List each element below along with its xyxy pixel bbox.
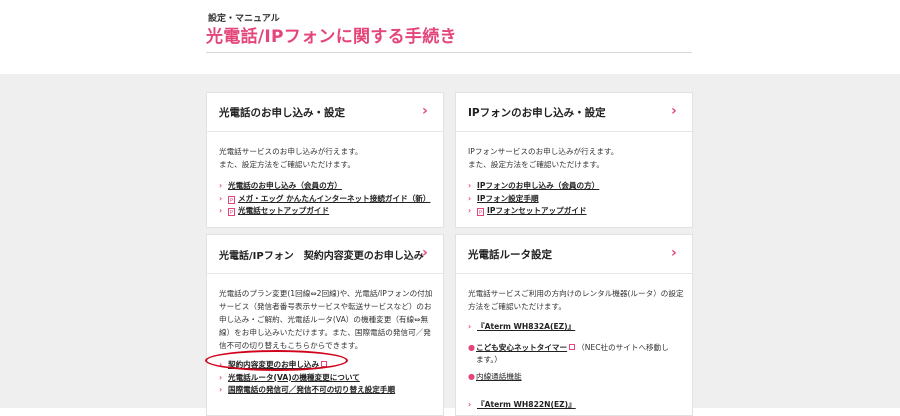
card-header[interactable]: 光電話/IPフォン 契約内容変更のお申し込み › (207, 235, 443, 274)
arrow-right-icon: › (219, 372, 223, 382)
chevron-right-icon[interactable]: › (671, 246, 684, 260)
description-line: また、設定方法をご確認いただけます。 (468, 160, 604, 169)
ip-setup-guide-link[interactable]: IPフォンセットアップガイド (487, 206, 587, 215)
bullet-icon: ● (468, 342, 475, 352)
extension-call-link[interactable]: 内線通話機能 (476, 372, 522, 381)
card-title: IPフォンのお申し込み・設定 (468, 107, 606, 119)
pdf-icon: P (477, 208, 484, 216)
card-description: IPフォンサービスのお申し込みが行えます。 また、設定方法をご確認いただけます。 (468, 145, 618, 171)
highlight-annotation (205, 350, 348, 371)
pdf-icon: P (228, 195, 235, 204)
card-title: 光電話/IPフォン 契約内容変更のお申し込み (219, 251, 424, 262)
pdf-icon: P (228, 208, 235, 216)
description-line: 光電話のプラン変更(1回線⇔2回線)や、光電話/IPフォンの付加 (219, 289, 433, 298)
description-line: また、設定方法をご確認いただけます。 (219, 160, 355, 169)
arrow-right-icon: › (219, 181, 223, 190)
content-area (0, 74, 900, 408)
card-description: 光電話サービスご利用の方向けのレンタル機器(ルータ）の設定 方法をご確認いただけ… (468, 287, 684, 313)
card-header[interactable]: IPフォンのお申し込み・設定 › (456, 93, 692, 132)
description-line: IPフォンサービスのお申し込みが行えます。 (468, 147, 619, 156)
hikari-apply-link[interactable]: 光電話のお申し込み（会員の方） (228, 181, 342, 190)
router-model-change-link[interactable]: 光電話ルータ(VA)の機種変更について (228, 373, 360, 382)
card-title: 光電話ルータ設定 (468, 249, 552, 261)
link-list: › 光電話のお申し込み（会員の方） › P メガ・エッグ かんたんインターネット接続ガ… (219, 180, 431, 218)
arrow-right-icon: › (468, 206, 472, 215)
router-model-link[interactable]: 『Aterm WH832A(EZ)』 (477, 322, 575, 331)
external-note-continued: ます。） (476, 355, 502, 364)
list-item[interactable]: ●内線通話機能 (468, 371, 669, 384)
bullet-icon: ● (468, 371, 475, 381)
arrow-right-icon: › (468, 322, 472, 331)
card-description: 光電話のプラン変更(1回線⇔2回線)や、光電話/IPフォンの付加 サービス（発信… (219, 287, 432, 352)
list-item[interactable]: › P メガ・エッグ かんたんインターネット接続ガイド（新） (219, 193, 431, 206)
external-note: （NEC社のサイトへ移動し (577, 342, 669, 352)
chevron-right-icon[interactable]: › (422, 246, 435, 260)
card-hikari-apply: 光電話のお申し込み・設定 › 光電話サービスのお申し込みが行えます。 また、設定… (206, 92, 444, 228)
description-line: サービス（発信者番号表示サービスや転送サービスなど）のお (219, 302, 432, 311)
list-item[interactable]: › 光電話のお申し込み（会員の方） (219, 180, 431, 193)
chevron-right-icon[interactable]: › (422, 104, 435, 118)
description-line: 光電話サービスのお申し込みが行えます。 (219, 147, 363, 156)
setup-guide-link[interactable]: 光電話セットアップガイド (238, 206, 329, 215)
arrow-right-icon: › (219, 206, 223, 215)
connection-guide-link[interactable]: メガ・エッグ かんたんインターネット接続ガイド（新） (238, 194, 431, 203)
arrow-right-icon: › (468, 181, 472, 190)
list-item[interactable]: ●こども安心ネットタイマー （NEC社のサイトへ移動し (468, 342, 669, 355)
description-line: 光電話サービスご利用の方向けのレンタル機器(ルータ）の設定 (468, 289, 684, 298)
ip-apply-link[interactable]: IPフォンのお申し込み（会員の方） (477, 181, 599, 190)
card-header[interactable]: 光電話のお申し込み・設定 › (207, 93, 443, 132)
list-item[interactable]: › IPフォン設定手順 (468, 193, 599, 206)
description-line: 方法をご確認いただけます。 (468, 302, 566, 311)
arrow-right-icon: › (468, 400, 472, 409)
list-item[interactable]: › 国際電話の発信可／発信不可の切り替え設定手順 (219, 384, 395, 397)
list-item[interactable]: › 『Aterm WH822N(EZ)』 (468, 399, 669, 412)
page-title: 光電話/IPフォンに関する手続き (206, 27, 457, 47)
intl-call-setting-link[interactable]: 国際電話の発信可／発信不可の切り替え設定手順 (228, 385, 395, 394)
title-divider (206, 52, 692, 53)
card-ip-apply: IPフォンのお申し込み・設定 › IPフォンサービスのお申し込みが行えます。 ま… (455, 92, 693, 228)
page-header: 設定・マニュアル 光電話/IPフォンに関する手続き (0, 0, 900, 74)
card-description: 光電話サービスのお申し込みが行えます。 また、設定方法をご確認いただけます。 (219, 145, 363, 171)
arrow-right-icon: › (219, 385, 223, 394)
list-item[interactable]: › 『Aterm WH832A(EZ)』 (468, 321, 669, 334)
list-item[interactable]: › P IPフォンセットアップガイド (468, 205, 599, 218)
list-item[interactable]: › IPフォンのお申し込み（会員の方） (468, 180, 599, 193)
chevron-right-icon[interactable]: › (671, 104, 684, 118)
card-title: 光電話のお申し込み・設定 (219, 107, 345, 119)
ip-settings-link[interactable]: IPフォン設定手順 (477, 194, 539, 203)
description-line: 申し込み・ご解約、光電話ルータ(VA）の機種変更（有線⇔無 (219, 315, 429, 324)
external-link-icon (569, 343, 576, 350)
card-header[interactable]: 光電話ルータ設定 › (456, 235, 692, 274)
list-item[interactable]: › 光電話ルータ(VA)の機種変更について (219, 372, 395, 385)
arrow-right-icon: › (219, 193, 223, 203)
router-list: › 『Aterm WH832A(EZ)』 ●こども安心ネットタイマー （NEC社のサ… (468, 321, 669, 412)
list-item[interactable]: › P 光電話セットアップガイド (219, 205, 431, 218)
kids-timer-link[interactable]: こども安心ネットタイマー (476, 343, 567, 352)
description-line: 線）をお申し込みいただけます。また、国際電話の発信可／発 (219, 328, 431, 337)
card-contract-change: 光電話/IPフォン 契約内容変更のお申し込み › 光電話のプラン変更(1回線⇔2… (206, 234, 444, 416)
card-router-settings: 光電話ルータ設定 › 光電話サービスご利用の方向けのレンタル機器(ルータ）の設定… (455, 234, 693, 416)
link-list: › IPフォンのお申し込み（会員の方） › IPフォン設定手順 › P IPフォンセット… (468, 180, 599, 218)
arrow-right-icon: › (468, 193, 472, 203)
